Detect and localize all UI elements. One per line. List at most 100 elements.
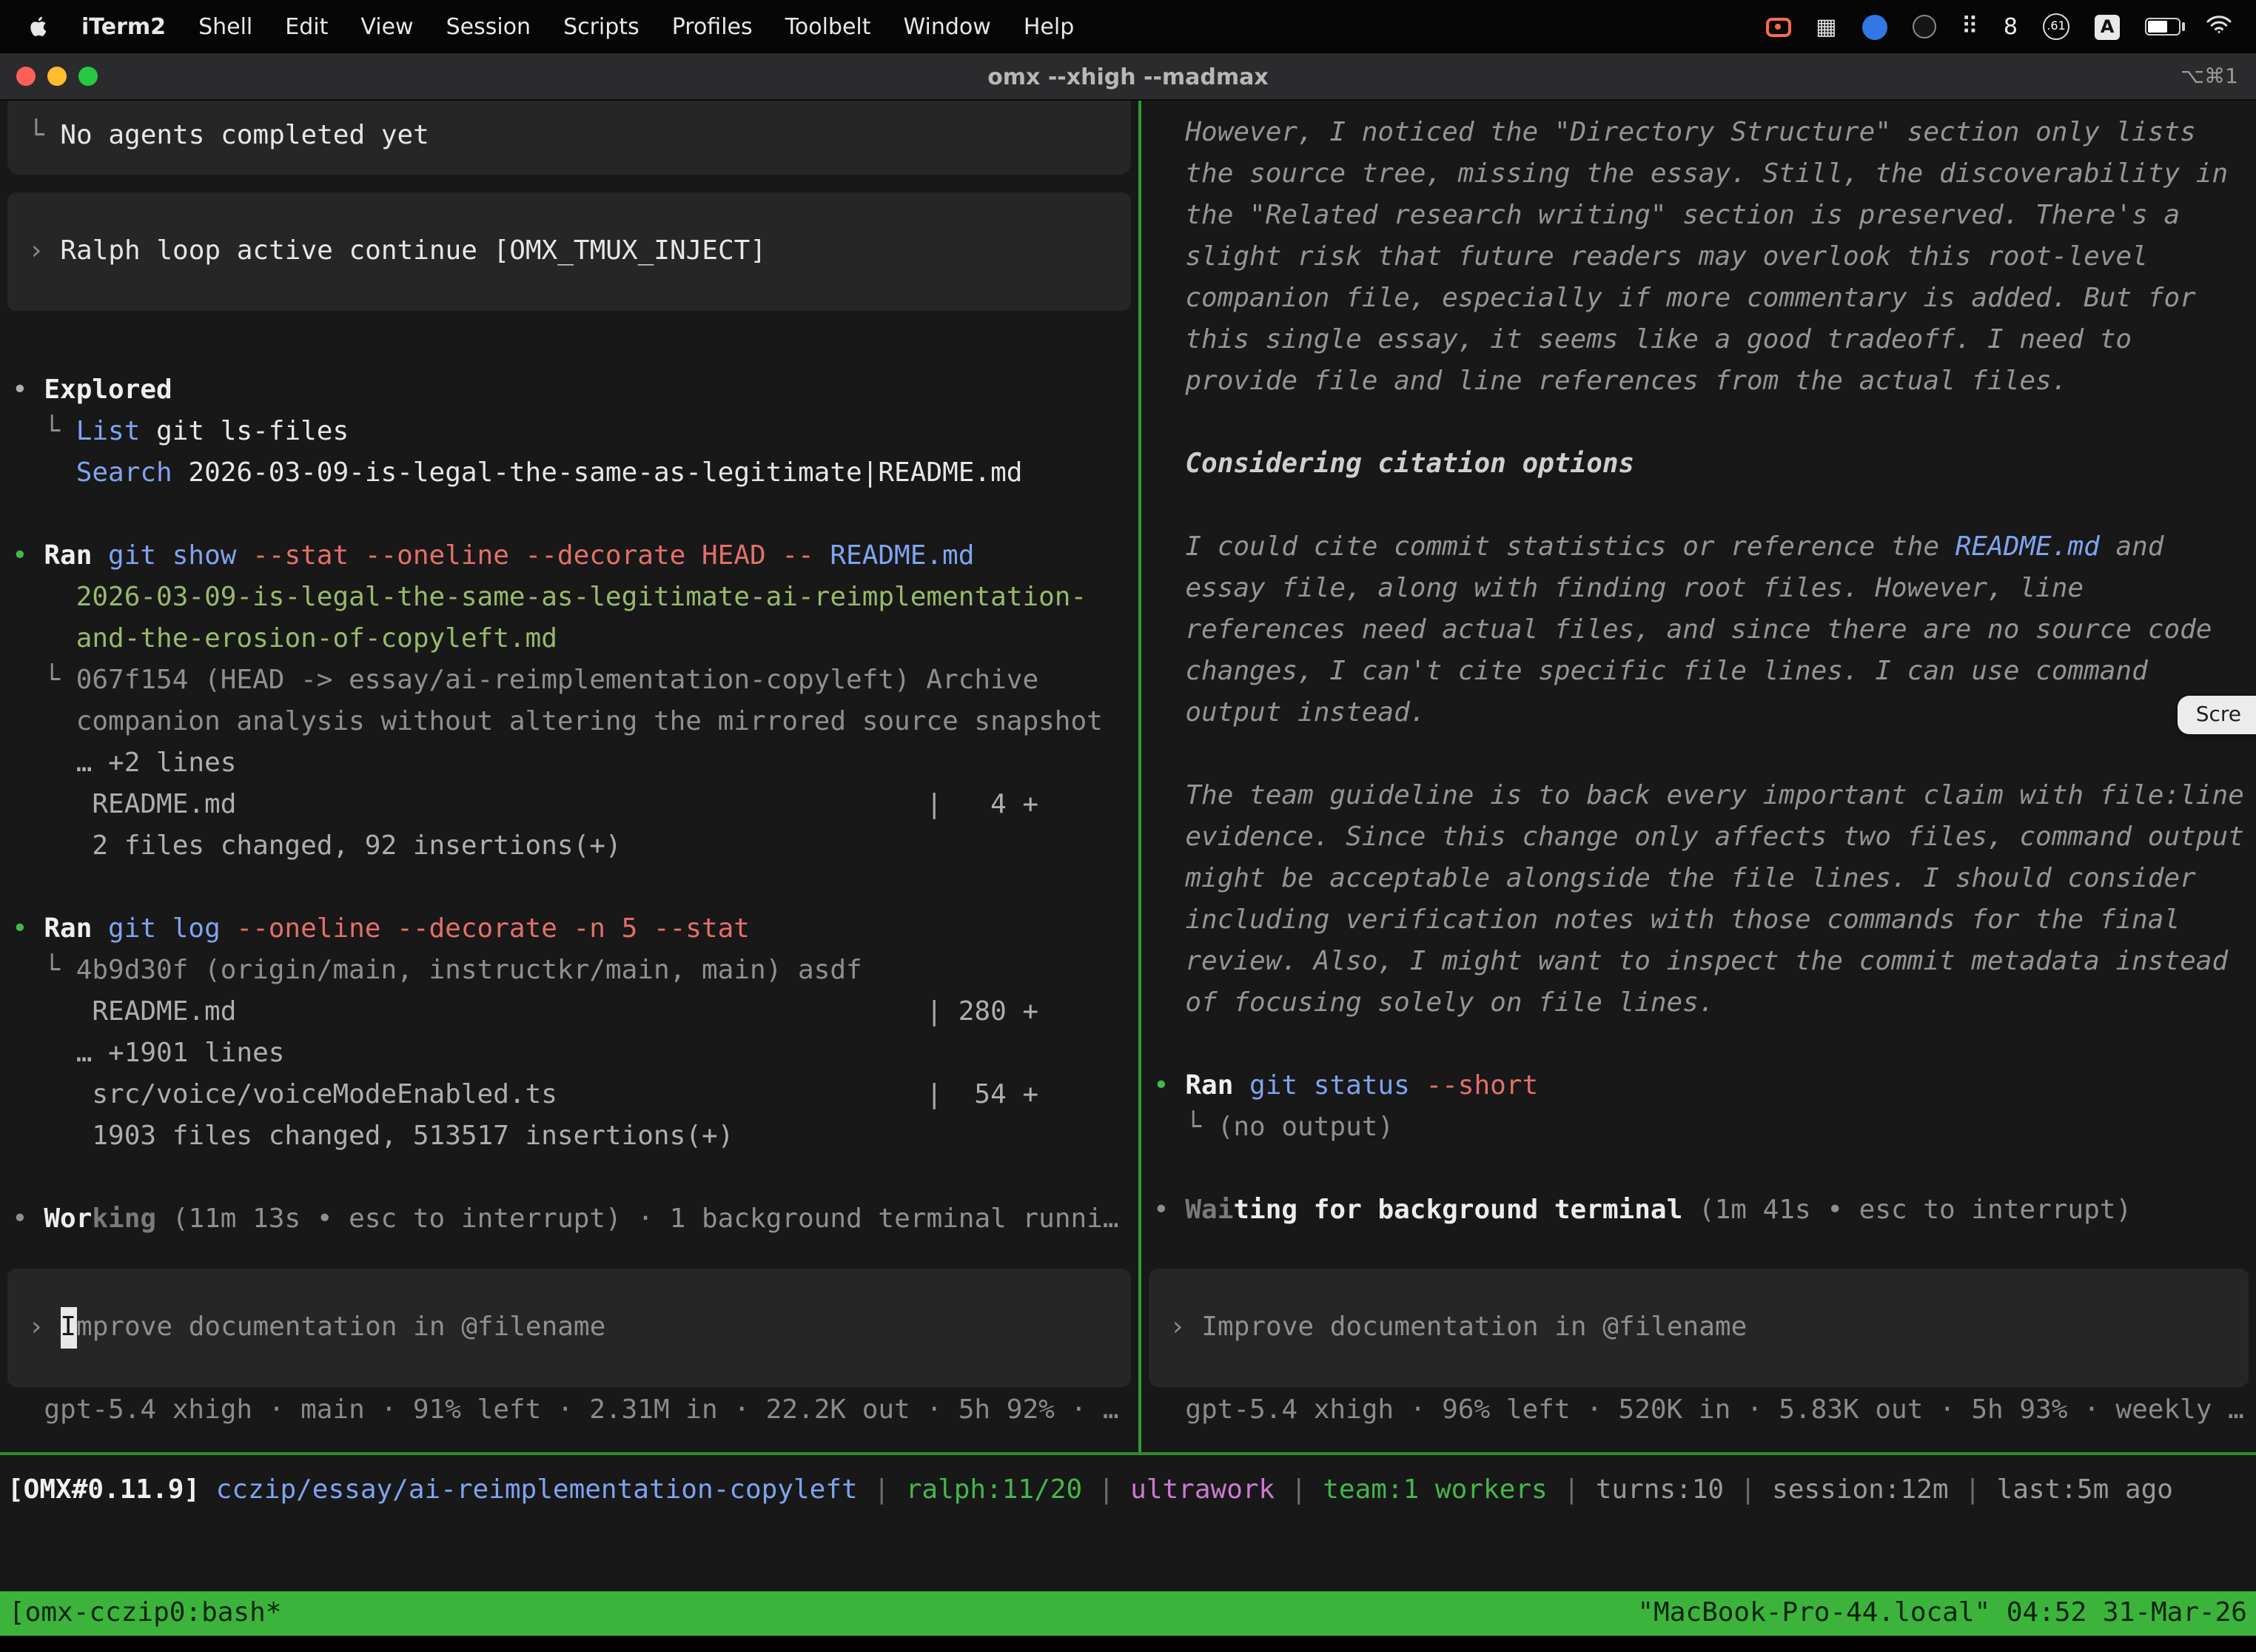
git-flags: --stat --oneline --decorate <box>252 540 685 571</box>
git-status-output: (no output) <box>1218 1112 1394 1143</box>
diffstat-voice: src/voice/voiceModeEnabled.ts | 54 + <box>92 1079 1038 1110</box>
explored-list-line: └Listgit ls-files <box>0 412 1138 453</box>
bullet-glyph: • <box>12 370 44 412</box>
keyboard-layout-icon[interactable]: A <box>2095 14 2120 39</box>
git-flags: --short <box>1426 1070 1538 1101</box>
battery-icon[interactable] <box>2145 18 2181 36</box>
menu-session[interactable]: Session <box>430 6 547 47</box>
tmux-statusbar: [omx-cczip0:bash* "MacBook-Pro-44.local" … <box>0 1591 2256 1636</box>
left-pane-scrollback[interactable]: └No agents completed yet ›Ralph loop act… <box>0 101 1138 1269</box>
window-title: omx --xhigh --madmax <box>0 56 2256 97</box>
screen-notification-tooltip[interactable]: Scre <box>2178 696 2256 734</box>
more-lines-text: … +2 lines <box>76 748 237 779</box>
iterm2-screen: iTerm2 Shell Edit View Session Scripts P… <box>0 0 2256 1652</box>
menu-view[interactable]: View <box>344 6 429 47</box>
statusbar-separator: | <box>1740 1474 1756 1505</box>
bullet-glyph: • <box>1153 1190 1185 1232</box>
terminal-pane-left[interactable]: └No agents completed yet ›Ralph loop act… <box>0 101 1138 1452</box>
keyboard-layout-letter: A <box>2101 6 2115 47</box>
window-grid-icon[interactable]: ▦ <box>1816 16 1836 38</box>
git-args: HEAD -- <box>702 540 814 571</box>
right-pane-scrollback[interactable]: However, I noticed the "Directory Struct… <box>1141 101 2256 1269</box>
last-activity: last:5m ago <box>1997 1474 2173 1505</box>
thinking-paragraph-2: I could cite commit statistics or refere… <box>1141 527 2256 734</box>
wifi-icon[interactable] <box>2206 6 2232 47</box>
working-label-hi: Wor <box>44 1203 92 1235</box>
bullet-glyph: • <box>12 1199 44 1240</box>
blank-line <box>0 867 1138 909</box>
menu-toolbelt[interactable]: Toolbelt <box>769 6 887 47</box>
zoom-window-button[interactable] <box>78 67 98 86</box>
prompt-input-left-text: mprove documentation in @filename <box>76 1307 605 1349</box>
blank-line <box>1141 403 2256 444</box>
waiting-label-lo: Wai <box>1185 1195 1233 1226</box>
list-command: git ls-files <box>156 416 349 447</box>
thinking-paragraph-2a: I could cite commit statistics or refere… <box>1185 531 1955 563</box>
bullet-glyph: • <box>12 536 44 577</box>
bottom-edge <box>0 1636 2256 1652</box>
tool-verb-list: List <box>76 416 141 447</box>
model-status-left-text: gpt-5.4 xhigh · main · 91% left · 2.31M … <box>44 1394 1118 1426</box>
prompt-chevron: › <box>28 231 44 272</box>
git-command: git show <box>108 540 236 571</box>
tmux-hostname-clock: "MacBook-Pro-44.local" 04:52 31-Mar-26 <box>1637 1593 2247 1634</box>
commit-line: └067f154 (HEAD -> essay/ai-reimplementat… <box>0 660 1138 702</box>
blank-line <box>1141 734 2256 776</box>
ultrawork-mode-badge: ultrawork <box>1130 1474 1275 1505</box>
diffstat-line: README.md | 280 + <box>0 992 1138 1033</box>
menu-profiles[interactable]: Profiles <box>656 6 769 47</box>
menu-edit[interactable]: Edit <box>269 6 344 47</box>
prompt-input-right[interactable]: ›Improve documentation in @filename <box>1149 1269 2249 1387</box>
log-commit-line: └4b9d30f (origin/main, instructkr/main, … <box>0 950 1138 992</box>
agents-status-line: └No agents completed yet <box>28 115 1131 157</box>
ran-git-status-line: •Rangit status--short <box>1141 1066 2256 1107</box>
explored-header-line: •Explored <box>0 370 1138 412</box>
statusbar-separator: | <box>1098 1474 1115 1505</box>
elbow-glyph: └ <box>44 950 75 992</box>
ran-git-log-line: •Rangit log--oneline --decorate -n 5 --s… <box>0 909 1138 950</box>
thinking-heading-line: Considering citation options <box>1141 444 2256 486</box>
gauge-icon[interactable]: .61 <box>2043 13 2069 40</box>
close-window-button[interactable] <box>16 67 36 86</box>
statusbar-separator: | <box>873 1474 890 1505</box>
explored-title: Explored <box>44 375 172 406</box>
minimize-window-button[interactable] <box>47 67 67 86</box>
menu-scripts[interactable]: Scripts <box>547 6 656 47</box>
diffstat-summary-line: 1903 files changed, 513517 insertions(+) <box>0 1116 1138 1158</box>
readme-file-link[interactable]: README.md <box>1955 531 2100 563</box>
tmux-session-window: [omx-cczip0:bash* <box>9 1593 281 1634</box>
blank-line <box>1141 486 2256 527</box>
diffstat-line: src/voice/voiceModeEnabled.ts | 54 + <box>0 1075 1138 1116</box>
model-status-left: gpt-5.4 xhigh · main · 91% left · 2.31M … <box>0 1390 1138 1431</box>
diffstat-readme: README.md | 4 + <box>92 789 1038 820</box>
menu-help[interactable]: Help <box>1007 6 1090 47</box>
dark-app-icon[interactable] <box>1912 15 1936 38</box>
prompt-input-left[interactable]: ›Improve documentation in @filename <box>7 1269 1131 1387</box>
commit-line-cont: companion analysis without altering the … <box>0 702 1138 743</box>
statusbar-separator: | <box>1563 1474 1579 1505</box>
window-shortcut-badge: ⌥⌘1 <box>2181 56 2238 97</box>
prompt-input-right-text: Improve documentation in @filename <box>1201 1307 1747 1349</box>
menu-shell[interactable]: Shell <box>182 6 269 47</box>
apple-menu-icon[interactable] <box>18 13 65 40</box>
blank-line <box>0 329 1138 370</box>
window-titlebar[interactable]: omx --xhigh --madmax ⌥⌘1 <box>0 53 2256 101</box>
app-launcher-icon[interactable]: ⠿ <box>1961 15 1978 38</box>
ralph-progress: ralph:11/20 <box>906 1474 1082 1505</box>
figure-eight-icon[interactable]: 8 <box>2004 6 2018 47</box>
text-cursor: I <box>60 1307 76 1349</box>
git-command: git status <box>1249 1070 1410 1101</box>
more-lines-text-2: … +1901 lines <box>76 1038 285 1069</box>
elbow-glyph: └ <box>28 115 60 157</box>
agents-status-text: No agents completed yet <box>60 120 429 151</box>
horizontal-pane-divider <box>0 1452 2256 1455</box>
menu-window[interactable]: Window <box>887 6 1007 47</box>
thinking-heading: Considering citation options <box>1185 449 1634 480</box>
menu-iterm2[interactable]: iTerm2 <box>65 6 182 47</box>
screen-recording-icon[interactable] <box>1765 17 1790 36</box>
session-duration: session:12m <box>1772 1474 1948 1505</box>
waiting-label-hi: ting for background terminal <box>1233 1195 1682 1226</box>
blue-app-icon[interactable] <box>1861 14 1887 39</box>
terminal-pane-right[interactable]: However, I noticed the "Directory Struct… <box>1141 101 2256 1452</box>
thinking-paragraph-1: However, I noticed the "Directory Struct… <box>1141 113 2256 403</box>
